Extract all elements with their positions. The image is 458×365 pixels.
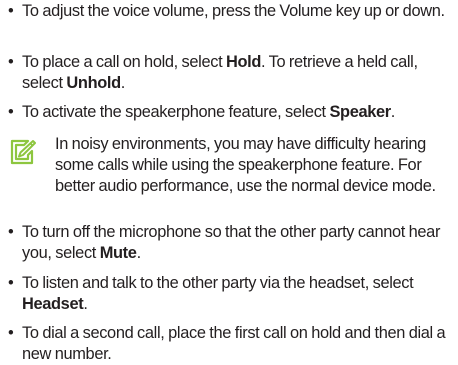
list-item-volume: • To adjust the voice volume, press the …	[8, 1, 454, 22]
list-item-mute: • To turn off the microphone so that the…	[8, 222, 454, 264]
speaker-label: Speaker	[329, 103, 391, 121]
list-item-hold: • To place a call on hold, select Hold. …	[8, 52, 454, 94]
list-item-headset: • To listen and talk to the other party …	[8, 273, 454, 315]
note-pencil-icon	[10, 139, 36, 165]
list-item-text-part: .	[390, 103, 396, 121]
list-item-text: To place a call on hold, select Hold. To…	[22, 52, 454, 94]
bullet-glyph: •	[8, 53, 14, 71]
note-box: In noisy environments, you may have diff…	[8, 134, 454, 197]
list-item-text-part: .	[136, 244, 142, 262]
list-item-second-call: • To dial a second call, place the first…	[8, 323, 454, 365]
list-item-speaker: • To activate the speakerphone feature, …	[8, 102, 454, 123]
list-item-text: To turn off the microphone so that the o…	[22, 222, 454, 264]
list-item-text-part: .	[120, 74, 126, 92]
manual-page: • To adjust the voice volume, press the …	[0, 0, 458, 363]
bullet-glyph: •	[8, 223, 14, 241]
hold-label: Hold	[225, 53, 261, 71]
list-item-text: To activate the speakerphone feature, se…	[22, 102, 454, 123]
list-item-text-part: To turn off the microphone so that the o…	[22, 223, 441, 262]
note-text: In noisy environments, you may have diff…	[55, 135, 436, 195]
bullet-glyph: •	[8, 2, 14, 20]
bullet-glyph: •	[8, 274, 14, 292]
list-item-text-part: To dial a second call, place the first c…	[22, 324, 446, 363]
list-item-text: To listen and talk to the other party vi…	[22, 273, 454, 315]
list-item-text-part: To activate the speakerphone feature, se…	[22, 103, 330, 121]
list-item-text-part: To listen and talk to the other party vi…	[22, 274, 414, 292]
unhold-label: Unhold	[66, 74, 121, 92]
list-item-text: To dial a second call, place the first c…	[22, 323, 454, 365]
bullet-glyph: •	[8, 103, 14, 121]
bullet-glyph: •	[8, 324, 14, 342]
headset-label: Headset	[22, 295, 84, 313]
list-item-text-part: .	[83, 295, 88, 313]
mute-label: Mute	[99, 244, 137, 262]
list-item-text-part: To adjust the voice volume, press the Vo…	[22, 2, 445, 20]
list-item-text-part: To place a call on hold, select	[22, 53, 226, 71]
list-item-text: To adjust the voice volume, press the Vo…	[22, 1, 454, 22]
